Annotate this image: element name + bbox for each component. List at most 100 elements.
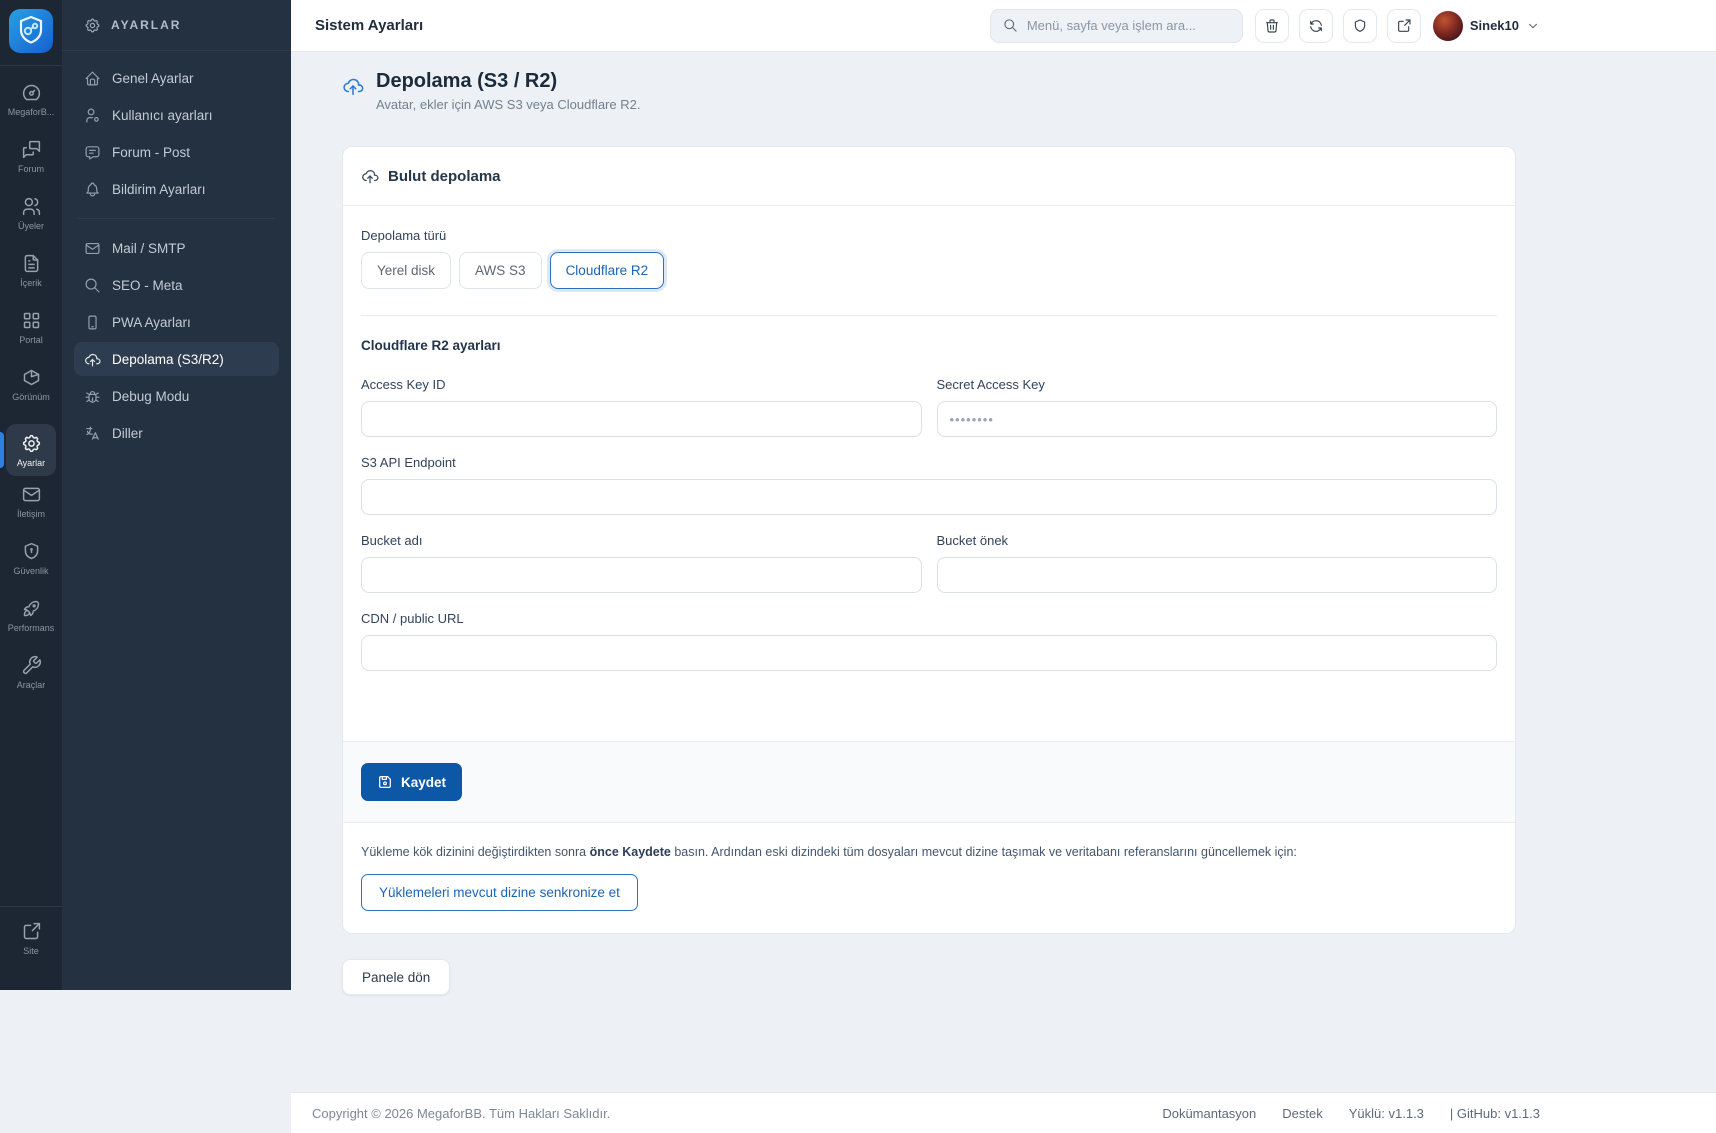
sidebar-item-seo-meta[interactable]: SEO - Meta [74,268,279,302]
page-title-topbar: Sistem Ayarları [315,17,424,34]
rail-item-label: Forum [17,164,44,174]
sidebar-item-label: Forum - Post [112,144,191,160]
trash-icon [1264,18,1280,34]
mail-icon [84,240,101,257]
sync-note: Yükleme kök dizinini değiştirdikten sonr… [361,843,1497,861]
home-icon [84,70,101,87]
sidebar-item-genel-ayarlar[interactable]: Genel Ayarlar [74,61,279,95]
search-icon [1003,18,1018,33]
rail-item-guvenlik[interactable]: Güvenlik [3,541,59,586]
sidebar-item-label: SEO - Meta [112,277,183,293]
rocket-icon [21,598,42,619]
bucket-prefix-field[interactable] [936,557,1497,593]
rail-divider [0,906,62,907]
footer-version-github: | GitHub: v1.1.3 [1449,1105,1540,1121]
cloud-upload-icon [84,351,101,368]
rail-item-label: İçerik [20,278,42,288]
storage-option-local[interactable]: Yerel disk [361,252,452,289]
members-icon [21,196,42,217]
mobile-icon [84,314,101,331]
appearance-icon [21,367,42,388]
sidebar-item-debug-modu[interactable]: Debug Modu [74,379,279,413]
save-button[interactable]: Kaydet [361,763,463,801]
rail-item-gorunum[interactable]: Görünüm [3,367,59,412]
rail-item-label: Portal [19,335,43,345]
mail-icon [21,484,42,505]
rail-item-forum[interactable]: Forum [3,139,59,184]
rail-item-ayarlar[interactable]: Ayarlar [0,424,56,476]
content-area: Depolama (S3 / R2) Avatar, ekler için AW… [291,52,1716,1092]
forum-icon [21,139,42,160]
app-logo[interactable] [9,9,53,53]
rail-item-label: İletişim [16,509,45,519]
avatar [1432,10,1463,41]
main-area: Sistem Ayarları Sinek10 [291,0,1716,1133]
r2-settings-title: Cloudflare R2 ayarları [361,338,501,353]
secret-key-field[interactable] [936,401,1497,437]
page-header: Depolama (S3 / R2) Avatar, ekler için AW… [342,70,1516,112]
back-to-panel-button[interactable]: Panele dön [342,959,451,996]
external-link-icon [21,921,42,942]
rail-item-uyeler[interactable]: Üyeler [3,196,59,241]
rail-item-site[interactable]: Site [3,921,59,966]
trash-button[interactable] [1254,8,1289,43]
sidebar-title: AYARLAR [111,18,182,32]
rail-item-iletisim[interactable]: İletişim [3,484,59,529]
storage-option-cloudflare-r2[interactable]: Cloudflare R2 [549,252,665,289]
bucket-name-field[interactable] [361,557,922,593]
user-menu[interactable]: Sinek10 [1432,10,1540,41]
refresh-icon [1308,18,1324,34]
access-key-field[interactable] [361,401,922,437]
rail-item-label: Güvenlik [13,566,49,576]
global-search[interactable] [989,8,1243,43]
dashboard-icon [21,82,42,103]
rail-item-label: Performans [7,623,55,633]
rail-item-label: Araçlar [16,680,46,690]
gear-icon [21,433,42,454]
sidebar-item-mail-smtp[interactable]: Mail / SMTP [74,231,279,265]
storage-type-options: Yerel disk AWS S3 Cloudflare R2 [361,252,1497,289]
sync-note-bold: önce Kaydete [589,845,671,859]
refresh-button[interactable] [1298,8,1333,43]
bell-icon [84,181,101,198]
rail-item-icerik[interactable]: İçerik [3,253,59,298]
rail-item-performans[interactable]: Performans [3,598,59,643]
footer-link-support[interactable]: Destek [1282,1106,1322,1121]
sidebar-item-forum-post[interactable]: Forum - Post [74,135,279,169]
message-icon [84,144,101,161]
sidebar-item-diller[interactable]: Diller [74,416,279,450]
rail-item-megaforbb[interactable]: MegaforB... [3,82,59,127]
endpoint-field[interactable] [361,479,1497,515]
access-key-label: Access Key ID [361,377,446,392]
user-name: Sinek10 [1469,18,1519,33]
open-site-button[interactable] [1386,8,1421,43]
footer-link-documentation[interactable]: Dokümantasyon [1162,1106,1256,1121]
cloud-upload-icon [361,167,379,185]
card-title: Bulut depolama [388,167,501,185]
search-input[interactable] [1026,18,1230,33]
storage-type-label: Depolama türü [361,228,447,243]
gear-icon [84,17,101,34]
rail-item-araclar[interactable]: Araçlar [3,655,59,700]
cloud-upload-icon [342,70,364,112]
sidebar-item-kullanici-ayarlari[interactable]: Kullanıcı ayarları [74,98,279,132]
rail-item-portal[interactable]: Portal [3,310,59,355]
search-icon [84,277,101,294]
sidebar-item-label: Mail / SMTP [112,240,186,256]
icon-rail: MegaforB... Forum Üyeler İçerik Portal G… [0,0,62,990]
external-link-icon [1396,18,1412,34]
sidebar-item-bildirim-ayarlari[interactable]: Bildirim Ayarları [74,172,279,206]
sidebar-divider [78,218,275,219]
sync-uploads-button[interactable]: Yüklemeleri mevcut dizine senkronize et [361,874,638,912]
sidebar-header: AYARLAR [62,0,291,51]
sidebar-item-pwa-ayarlari[interactable]: PWA Ayarları [74,305,279,339]
bug-icon [84,388,101,405]
cdn-url-field[interactable] [361,635,1497,671]
page-subtitle: Avatar, ekler için AWS S3 veya Cloudflar… [376,97,641,112]
storage-option-aws-s3[interactable]: AWS S3 [459,252,542,289]
shield-button[interactable] [1342,8,1377,43]
topbar: Sistem Ayarları Sinek10 [291,0,1716,52]
sidebar-item-depolama[interactable]: Depolama (S3/R2) [74,342,279,376]
sidebar-item-label: Debug Modu [112,388,190,404]
secret-key-label: Secret Access Key [936,377,1045,392]
